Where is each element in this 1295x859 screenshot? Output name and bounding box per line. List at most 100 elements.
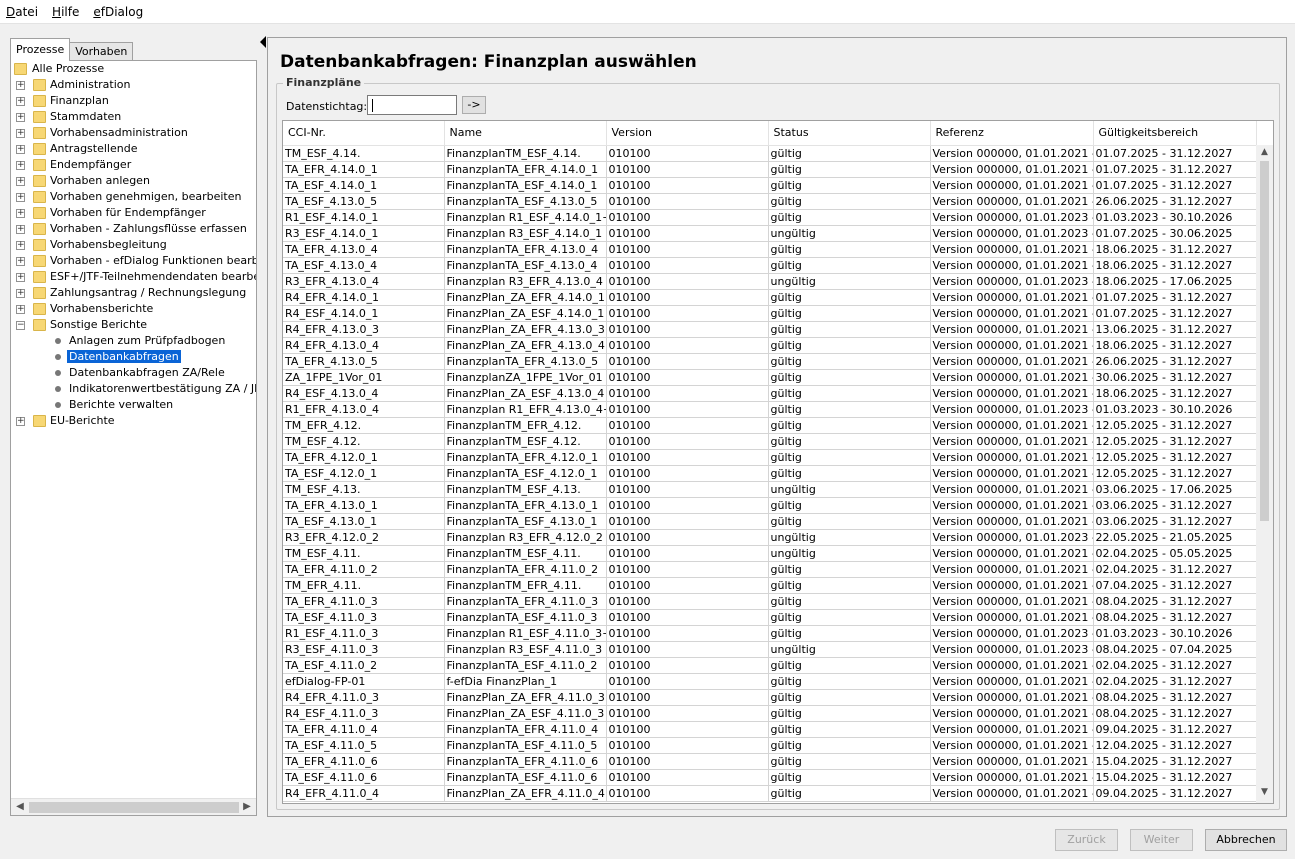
tree-item[interactable]: + Endempfänger <box>11 157 256 173</box>
table-row[interactable]: TA_EFR_4.13.0_4 FinanzplanTA_EFR_4.13.0_4… <box>283 241 1257 258</box>
table-row[interactable]: R3_EFR_4.12.0_2 Finanzplan R3_EFR_4.12.0_… <box>283 529 1257 546</box>
next-button[interactable]: Weiter <box>1130 829 1193 851</box>
col-cci[interactable]: CCI-Nr. <box>283 121 445 146</box>
tree-item[interactable]: + Vorhaben - Zahlungsflüsse erfassen <box>11 221 256 237</box>
tree-horizontal-scrollbar[interactable]: ◀ ▶ <box>11 798 256 815</box>
tree-item[interactable]: + Zahlungsantrag / Rechnungslegung <box>11 285 256 301</box>
col-gueltigkeit[interactable]: Gültigkeitsbereich <box>1093 121 1257 146</box>
expand-icon[interactable]: + <box>16 81 25 90</box>
col-referenz[interactable]: Referenz <box>930 121 1094 146</box>
cancel-button[interactable]: Abbrechen <box>1205 829 1287 851</box>
table-row[interactable]: R1_ESF_4.14.0_1 Finanzplan R1_ESF_4.14.0_… <box>283 209 1257 226</box>
table-row[interactable]: R3_EFR_4.13.0_4 Finanzplan R3_EFR_4.13.0_… <box>283 273 1257 290</box>
scroll-thumb[interactable] <box>1260 161 1269 521</box>
tree-subitem[interactable]: Berichte verwalten <box>11 397 256 413</box>
table-row[interactable]: TM_EFR_4.12. FinanzplanTM_EFR_4.12. 010100… <box>283 417 1257 434</box>
table-row[interactable]: TA_ESF_4.11.0_5 FinanzplanTA_ESF_4.11.0_5… <box>283 737 1257 754</box>
table-row[interactable]: R4_EFR_4.14.0_1 FinanzPlan_ZA_EFR_4.14.0_… <box>283 289 1257 306</box>
expand-icon[interactable]: + <box>16 129 25 138</box>
collapse-icon[interactable]: − <box>16 321 25 330</box>
table-row[interactable]: TA_EFR_4.12.0_1 FinanzplanTA_EFR_4.12.0_1… <box>283 449 1257 466</box>
tree-item[interactable]: + Stammdaten <box>11 109 256 125</box>
table-row[interactable]: TA_EFR_4.13.0_5 FinanzplanTA_EFR_4.13.0_5… <box>283 353 1257 370</box>
tree-item[interactable]: + Antragstellende <box>11 141 256 157</box>
expand-icon[interactable]: + <box>16 289 25 298</box>
menu-datei[interactable]: Datei <box>4 4 40 20</box>
table-row[interactable]: TA_ESF_4.13.0_5 FinanzplanTA_ESF_4.13.0_5… <box>283 193 1257 210</box>
table-row[interactable]: efDialog-FP-01 f-efDia FinanzPlan_1 010100… <box>283 673 1257 690</box>
tree-subitem[interactable]: Indikatorenwertbestätigung ZA / JDB <box>11 381 256 397</box>
table-row[interactable]: TM_ESF_4.14. FinanzplanTM_ESF_4.14. 010100… <box>283 145 1257 162</box>
expand-icon[interactable]: + <box>16 417 25 426</box>
table-row[interactable]: R3_ESF_4.11.0_3 Finanzplan R3_ESF_4.11.0_… <box>283 641 1257 658</box>
tab-prozesse[interactable]: Prozesse <box>10 38 71 61</box>
table-row[interactable]: TM_EFR_4.11. FinanzplanTM_EFR_4.11. 010100… <box>283 577 1257 594</box>
scroll-up-icon[interactable]: ▲ <box>1256 147 1273 161</box>
scroll-right-icon[interactable]: ▶ <box>240 801 254 814</box>
scroll-thumb[interactable] <box>29 802 239 813</box>
tree-item[interactable]: + Vorhabensbegleitung <box>11 237 256 253</box>
menu-efdialog[interactable]: efDialog <box>91 4 145 20</box>
collapse-panel-icon[interactable] <box>260 36 266 48</box>
back-button[interactable]: Zurück <box>1055 829 1118 851</box>
table-row[interactable]: TA_ESF_4.11.0_6 FinanzplanTA_ESF_4.11.0_6… <box>283 769 1257 786</box>
scroll-down-icon[interactable]: ▼ <box>1256 787 1273 801</box>
expand-icon[interactable]: + <box>16 145 25 154</box>
expand-icon[interactable]: + <box>16 209 25 218</box>
menu-hilfe[interactable]: Hilfe <box>50 4 81 20</box>
expand-icon[interactable]: + <box>16 161 25 170</box>
table-row[interactable]: R1_EFR_4.13.0_4 Finanzplan R1_EFR_4.13.0_… <box>283 401 1257 418</box>
col-status[interactable]: Status <box>768 121 931 146</box>
tree-item[interactable]: + Vorhaben für Endempfänger <box>11 205 256 221</box>
table-row[interactable]: TA_ESF_4.14.0_1 FinanzplanTA_ESF_4.14.0_1… <box>283 177 1257 194</box>
tree-item[interactable]: + Vorhaben anlegen <box>11 173 256 189</box>
table-row[interactable]: R4_EFR_4.11.0_3 FinanzPlan_ZA_EFR_4.11.0_… <box>283 689 1257 706</box>
col-name[interactable]: Name <box>444 121 607 146</box>
tree-item[interactable]: + Vorhabensadministration <box>11 125 256 141</box>
tab-vorhaben[interactable]: Vorhaben <box>69 42 134 61</box>
table-row[interactable]: R4_EFR_4.13.0_4 FinanzPlan_ZA_EFR_4.13.0_… <box>283 337 1257 354</box>
table-row[interactable]: TM_ESF_4.13. FinanzplanTM_ESF_4.13. 010100… <box>283 481 1257 498</box>
expand-icon[interactable]: + <box>16 241 25 250</box>
tree-item[interactable]: − Sonstige Berichte <box>11 317 256 333</box>
table-row[interactable]: TA_ESF_4.13.0_4 FinanzplanTA_ESF_4.13.0_4… <box>283 257 1257 274</box>
tree-subitem[interactable]: Datenbankabfragen ZA/Rele <box>11 365 256 381</box>
table-row[interactable]: TA_EFR_4.11.0_2 FinanzplanTA_EFR_4.11.0_2… <box>283 561 1257 578</box>
tree-item[interactable]: + Finanzplan <box>11 93 256 109</box>
tree-item[interactable]: + Vorhabensberichte <box>11 301 256 317</box>
expand-icon[interactable]: + <box>16 113 25 122</box>
table-row[interactable]: ZA_1FPE_1Vor_01 FinanzplanZA_1FPE_1Vor_01… <box>283 369 1257 386</box>
stichtag-input[interactable] <box>367 95 457 115</box>
table-row[interactable]: TA_ESF_4.11.0_3 FinanzplanTA_ESF_4.11.0_3… <box>283 609 1257 626</box>
scroll-left-icon[interactable]: ◀ <box>13 801 27 814</box>
table-row[interactable]: R4_EFR_4.13.0_3 FinanzPlan_ZA_EFR_4.13.0_… <box>283 321 1257 338</box>
table-row[interactable]: TA_EFR_4.14.0_1 FinanzplanTA_EFR_4.14.0_1… <box>283 161 1257 178</box>
col-version[interactable]: Version <box>606 121 769 146</box>
tree-subitem[interactable]: Anlagen zum Prüfpfadbogen <box>11 333 256 349</box>
expand-icon[interactable]: + <box>16 305 25 314</box>
table-vertical-scrollbar[interactable]: ▲ ▼ <box>1256 145 1273 803</box>
table-row[interactable]: R4_ESF_4.11.0_3 FinanzPlan_ZA_ESF_4.11.0_… <box>283 705 1257 722</box>
table-row[interactable]: TA_ESF_4.13.0_1 FinanzplanTA_ESF_4.13.0_1… <box>283 513 1257 530</box>
table-row[interactable]: TM_ESF_4.12. FinanzplanTM_ESF_4.12. 010100… <box>283 433 1257 450</box>
table-row[interactable]: TA_EFR_4.11.0_4 FinanzplanTA_EFR_4.11.0_4… <box>283 721 1257 738</box>
expand-icon[interactable]: + <box>16 177 25 186</box>
tree-item[interactable]: + ESF+/JTF-Teilnehmendendaten bearbeiten <box>11 269 256 285</box>
expand-icon[interactable]: + <box>16 193 25 202</box>
apply-date-button[interactable]: -> <box>462 96 486 114</box>
table-row[interactable]: R4_ESF_4.14.0_1 FinanzPlan_ZA_ESF_4.14.0_… <box>283 305 1257 322</box>
table-row[interactable]: TA_EFR_4.11.0_6 FinanzplanTA_EFR_4.11.0_6… <box>283 753 1257 770</box>
table-row[interactable]: R4_EFR_4.11.0_4 FinanzPlan_ZA_EFR_4.11.0_… <box>283 785 1257 802</box>
tree-item[interactable]: + Vorhaben - efDialog Funktionen bearbeit… <box>11 253 256 269</box>
tree-root[interactable]: Alle Prozesse <box>11 61 256 77</box>
table-row[interactable]: TA_EFR_4.13.0_1 FinanzplanTA_EFR_4.13.0_1… <box>283 497 1257 514</box>
expand-icon[interactable]: + <box>16 97 25 106</box>
tree-subitem[interactable]: Datenbankabfragen <box>11 349 256 365</box>
expand-icon[interactable]: + <box>16 257 25 266</box>
tree-item[interactable]: + EU-Berichte <box>11 413 256 429</box>
table-row[interactable]: TM_ESF_4.11. FinanzplanTM_ESF_4.11. 010100… <box>283 545 1257 562</box>
table-row[interactable]: R1_ESF_4.11.0_3 Finanzplan R1_ESF_4.11.0_… <box>283 625 1257 642</box>
tree-item[interactable]: + Vorhaben genehmigen, bearbeiten <box>11 189 256 205</box>
table-row[interactable]: TA_ESF_4.11.0_2 FinanzplanTA_ESF_4.11.0_2… <box>283 657 1257 674</box>
tree-item[interactable]: + Administration <box>11 77 256 93</box>
